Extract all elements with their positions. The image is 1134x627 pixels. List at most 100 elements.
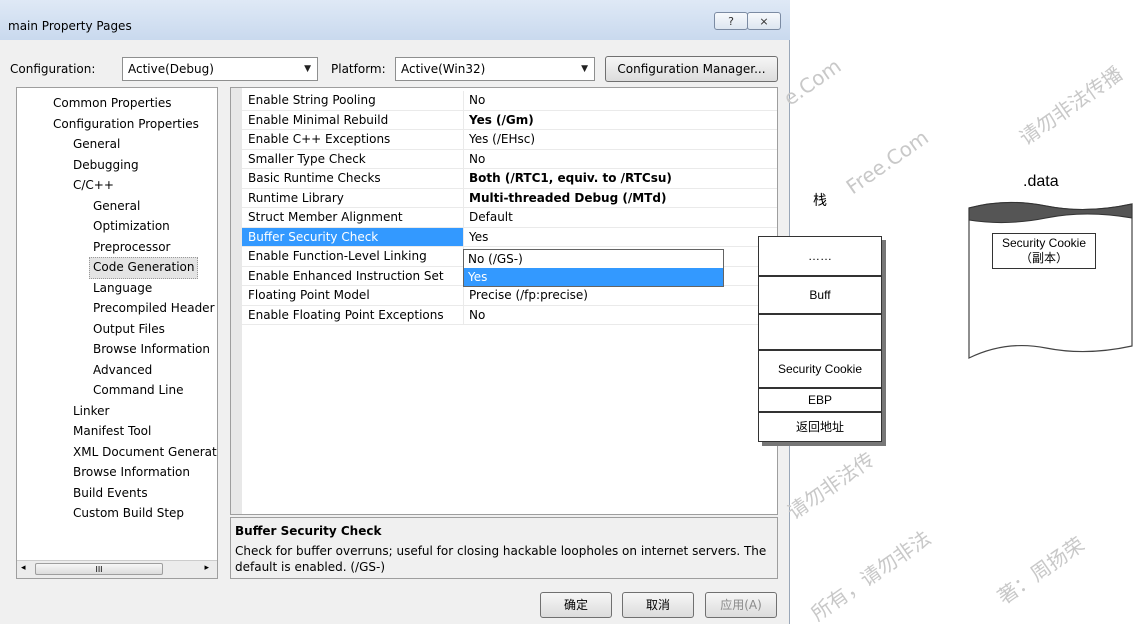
tree-item[interactable]: Code Generation <box>89 257 199 279</box>
buffer-check-dropdown[interactable]: No (/GS-) Yes <box>463 249 724 287</box>
tree-item[interactable]: Debugging <box>73 155 139 175</box>
property-value: Both (/RTC1, equiv. to /RTCsu) <box>469 171 672 185</box>
tree-item[interactable]: XML Document Generat <box>73 442 217 462</box>
property-value: Multi-threaded Debug (/MTd) <box>469 190 667 205</box>
tree-item[interactable]: Optimization <box>93 216 170 236</box>
data-section-shape <box>968 201 1133 359</box>
property-name: Struct Member Alignment <box>248 210 403 224</box>
help-button[interactable]: ? <box>714 12 748 30</box>
column-divider <box>463 208 464 227</box>
stack-title: 栈 <box>813 193 827 209</box>
chevron-down-icon: ▼ <box>581 64 588 74</box>
property-name: Enable Enhanced Instruction Set <box>248 268 444 283</box>
scroll-right-icon[interactable]: ▸ <box>204 563 209 573</box>
tree-horizontal-scrollbar[interactable]: ◂ III ▸ <box>17 560 217 578</box>
scroll-left-icon[interactable]: ◂ <box>21 563 26 573</box>
stack-cell-buff: Buff <box>758 276 882 314</box>
tree-item[interactable]: Command Line <box>93 380 184 400</box>
property-name: Smaller Type Check <box>248 151 366 166</box>
description-title: Buffer Security Check <box>235 524 382 538</box>
column-divider <box>463 305 464 324</box>
cancel-button[interactable]: 取消 <box>622 592 694 618</box>
property-row[interactable]: Enable String Pooling No <box>242 91 777 111</box>
column-divider <box>463 130 464 149</box>
tree-item[interactable]: Browse Information <box>93 339 210 359</box>
column-divider <box>463 110 464 129</box>
property-name: Enable Function-Level Linking <box>248 249 427 263</box>
tree-item[interactable]: Browse Information <box>73 462 190 482</box>
property-value: Yes (/EHsc) <box>469 132 536 146</box>
tree-item[interactable]: Preprocessor <box>93 237 170 257</box>
ok-button[interactable]: 确定 <box>540 592 612 618</box>
stack-cell-ebp: EBP <box>758 388 882 412</box>
tree-item[interactable]: Custom Build Step <box>73 503 184 523</box>
tree-item[interactable]: Language <box>93 278 152 298</box>
property-name: Enable Minimal Rebuild <box>248 112 389 127</box>
property-name: Floating Point Model <box>248 288 370 302</box>
property-value: Yes (/Gm) <box>469 112 534 127</box>
tree-item[interactable]: Linker <box>73 401 109 421</box>
stack-cell-security-cookie: Security Cookie <box>758 350 882 388</box>
configuration-select[interactable]: Active(Debug) ▼ <box>122 57 318 81</box>
property-name: Enable C++ Exceptions <box>248 132 391 146</box>
property-row[interactable]: Enable Floating Point Exceptions No <box>242 305 777 325</box>
property-row[interactable]: Enable Minimal Rebuild Yes (/Gm) <box>242 110 777 130</box>
configuration-manager-button[interactable]: Configuration Manager... <box>605 56 778 82</box>
column-divider <box>463 188 464 207</box>
column-divider <box>463 169 464 188</box>
property-name: Buffer Security Check <box>248 229 379 244</box>
tree-item[interactable]: Precompiled Header <box>93 298 215 318</box>
property-row[interactable]: Runtime Library Multi-threaded Debug (/MT… <box>242 188 777 208</box>
stack-diagram: …… Buff Security Cookie EBP 返回地址 <box>758 236 888 442</box>
property-value: Default <box>469 210 513 224</box>
tree-item[interactable]: Output Files <box>93 319 165 339</box>
description-panel: Buffer Security Check Check for buffer o… <box>230 517 778 579</box>
property-name: Basic Runtime Checks <box>248 171 381 185</box>
property-row[interactable]: Buffer Security Check Yes <box>242 227 777 247</box>
stack-cell-ellipsis: …… <box>758 236 882 276</box>
column-divider <box>463 149 464 168</box>
chevron-down-icon: ▼ <box>304 64 311 74</box>
property-value: No <box>469 307 486 322</box>
security-cookie-copy-label: Security Cookie <box>1001 236 1087 250</box>
property-row[interactable]: Floating Point Model Precise (/fp:precise… <box>242 286 777 306</box>
platform-value: Active(Win32) <box>401 62 486 76</box>
watermark: 请勿非法传播 <box>1014 61 1127 150</box>
property-row[interactable]: Struct Member Alignment Default <box>242 208 777 228</box>
property-tree[interactable]: Common Properties Configuration Propertie… <box>16 87 218 579</box>
apply-button[interactable]: 应用(A) <box>705 592 777 618</box>
security-cookie-copy-note: （副本） <box>1019 251 1068 265</box>
dropdown-option[interactable]: No (/GS-) <box>464 250 723 268</box>
tree-item[interactable]: General <box>93 196 140 216</box>
watermark: 所有，请勿非法 <box>806 525 936 626</box>
tree-item[interactable]: Common Properties <box>53 93 172 113</box>
configuration-label: Configuration: <box>10 62 96 76</box>
stack-cell-return-address: 返回地址 <box>758 412 882 442</box>
close-button[interactable]: ⨯ <box>747 12 781 30</box>
dropdown-option[interactable]: Yes <box>464 268 723 286</box>
tree-item[interactable]: Build Events <box>73 483 148 503</box>
tree-item[interactable]: Configuration Properties <box>53 114 199 134</box>
description-text: Check for buffer overruns; useful for cl… <box>235 544 767 574</box>
property-value: No <box>469 93 486 107</box>
property-value: Precise (/fp:precise) <box>469 288 588 302</box>
stack-cell-empty <box>758 314 882 350</box>
scroll-thumb[interactable]: III <box>35 563 163 575</box>
property-row[interactable]: Enable C++ Exceptions Yes (/EHsc) <box>242 130 777 150</box>
tree-item[interactable]: C/C++ <box>73 175 114 195</box>
security-cookie-copy: Security Cookie （副本） <box>992 233 1096 269</box>
tree-item[interactable]: General <box>73 134 120 154</box>
tree-item[interactable]: Manifest Tool <box>73 421 151 441</box>
configuration-value: Active(Debug) <box>128 62 214 76</box>
watermark: 著：周扬荣 <box>993 532 1089 610</box>
platform-select[interactable]: Active(Win32) ▼ <box>395 57 595 81</box>
column-divider <box>463 91 464 110</box>
title-bar: main Property Pages ? ⨯ <box>0 0 790 40</box>
grid-left-margin <box>231 88 242 514</box>
property-row[interactable]: Basic Runtime Checks Both (/RTC1, equiv. … <box>242 169 777 189</box>
property-name: Enable Floating Point Exceptions <box>248 307 444 322</box>
tree-item[interactable]: Advanced <box>93 360 152 380</box>
property-name: Runtime Library <box>248 190 344 205</box>
property-name: Enable String Pooling <box>248 93 376 107</box>
property-row[interactable]: Smaller Type Check No <box>242 149 777 169</box>
